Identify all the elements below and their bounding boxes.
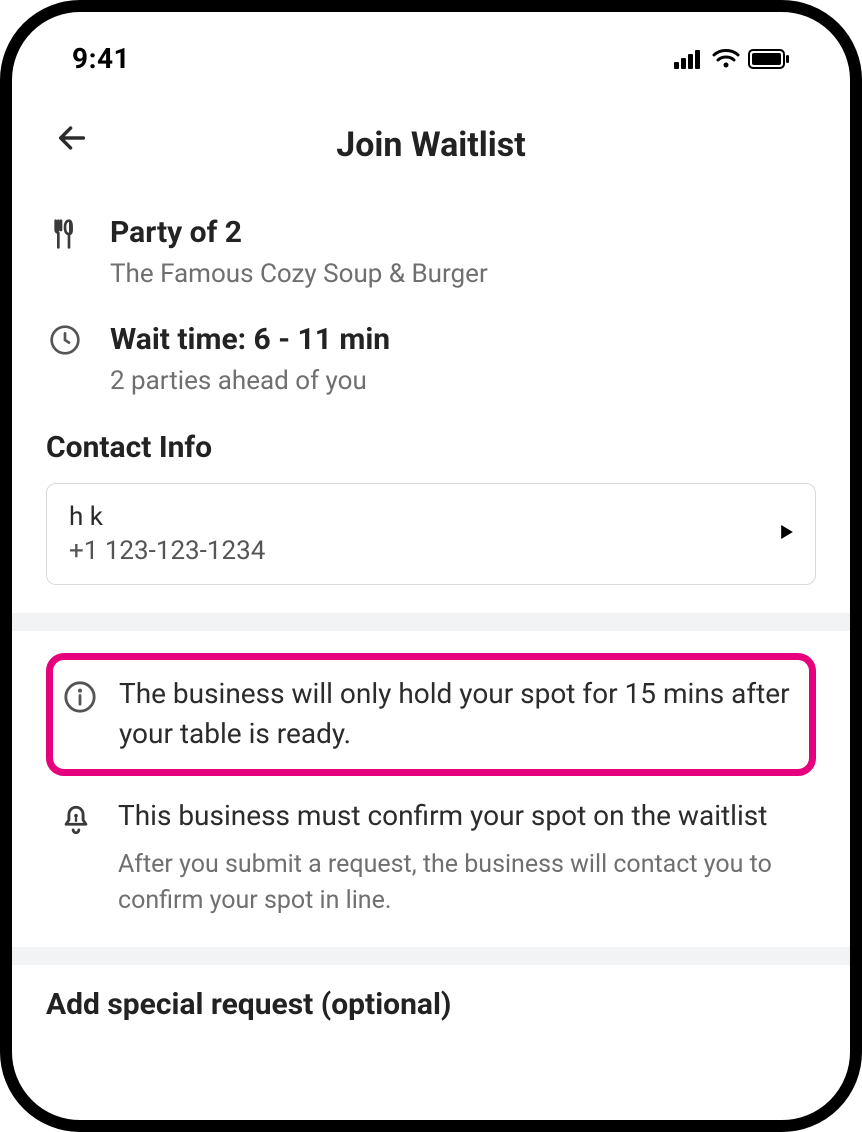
restaurant-name: The Famous Cozy Soup & Burger [110,256,816,292]
section-divider [12,613,850,631]
status-icons [674,49,790,69]
utensils-icon [49,217,81,255]
clock-icon [49,324,81,360]
back-button[interactable] [52,120,92,160]
chevron-right-icon [781,523,793,544]
contact-card[interactable]: h k +1 123-123-1234 [46,483,816,585]
confirm-notice: This business must confirm your spot on … [46,796,816,919]
special-request-heading: Add special request (optional) [46,987,816,1022]
wifi-icon [712,49,740,69]
section-divider [12,947,850,965]
contact-heading: Contact Info [46,430,816,465]
hold-notice-text: The business will only hold your spot fo… [119,674,795,755]
hold-notice-highlight: The business will only hold your spot fo… [46,653,816,776]
wait-row: Wait time: 6 - 11 min 2 parties ahead of… [46,322,816,399]
wait-queue: 2 parties ahead of you [110,363,816,399]
signal-icon [674,49,704,69]
confirm-notice-sub: After you submit a request, the business… [118,847,806,920]
status-time: 9:41 [72,42,130,75]
header: Join Waitlist [12,85,850,195]
confirm-notice-title: This business must confirm your spot on … [118,796,806,837]
arrow-left-icon [55,121,89,159]
contact-phone: +1 123-123-1234 [69,536,265,566]
wait-time: Wait time: 6 - 11 min [110,322,816,357]
content: Party of 2 The Famous Cozy Soup & Burger… [12,195,850,1022]
party-size: Party of 2 [110,215,816,250]
device-frame: 9:41 [0,0,862,1132]
page-title: Join Waitlist [336,125,526,165]
party-row: Party of 2 The Famous Cozy Soup & Burger [46,215,816,292]
bell-icon [59,802,93,842]
info-icon [63,680,97,718]
battery-icon [748,49,790,69]
contact-name: h k [69,502,265,532]
status-bar: 9:41 [12,12,850,85]
